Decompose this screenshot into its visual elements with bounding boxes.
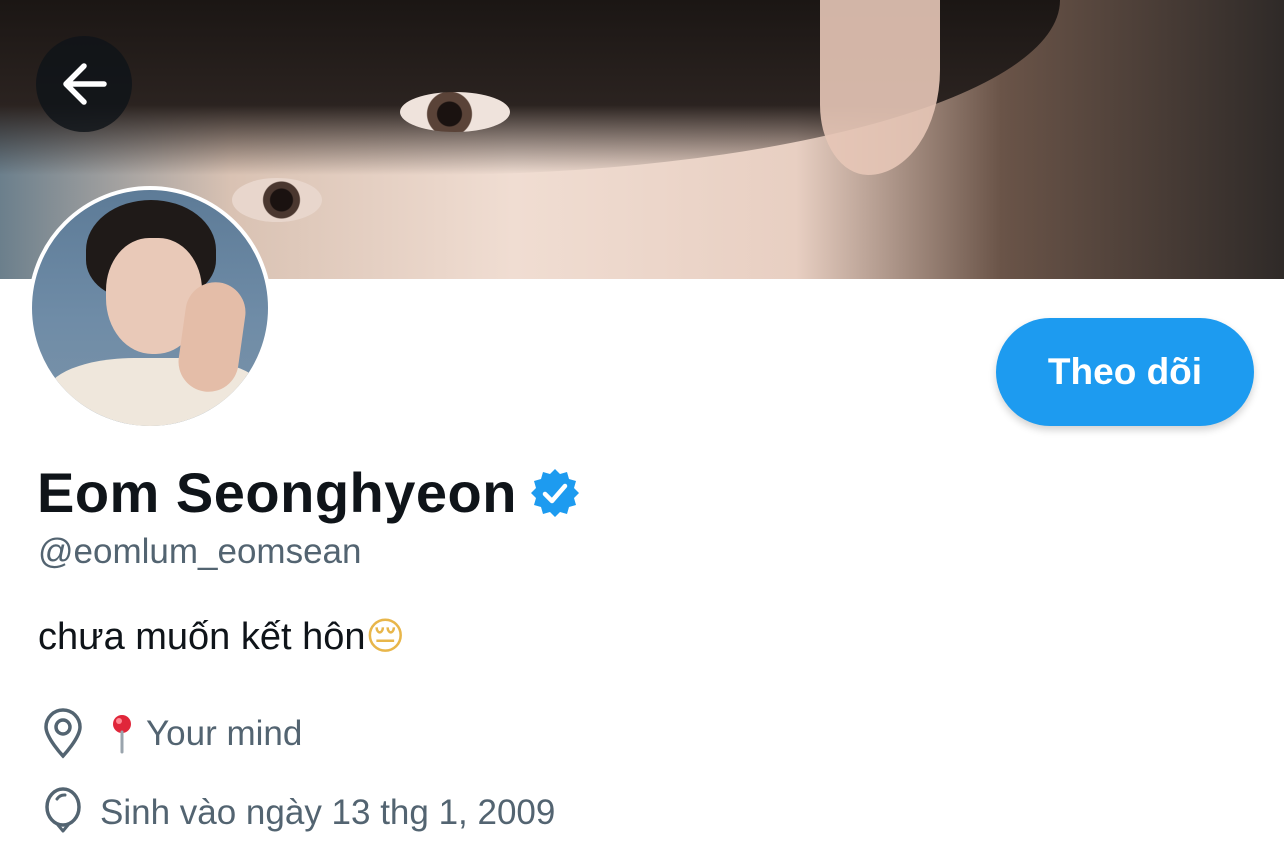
location-text: Your mind bbox=[146, 714, 303, 753]
profile-name: Eom Seonghyeon bbox=[37, 461, 517, 524]
profile-name-row: Eom Seonghyeon bbox=[37, 460, 581, 525]
round-pushpin-emoji bbox=[113, 715, 131, 754]
banner-eye bbox=[232, 178, 322, 222]
balloon-icon bbox=[45, 787, 81, 833]
avatar[interactable] bbox=[28, 186, 272, 430]
location-pin-icon bbox=[44, 708, 82, 759]
follow-button[interactable]: Theo dõi bbox=[996, 318, 1254, 426]
profile-handle: @eomlum_eomsean bbox=[38, 532, 362, 571]
arrow-left-icon bbox=[63, 63, 107, 105]
birthday-text: Sinh vào ngày 13 thg 1, 2009 bbox=[100, 793, 556, 832]
back-button[interactable] bbox=[36, 36, 132, 132]
profile-bio: chưa muốn kết hôn😔 bbox=[38, 614, 405, 659]
pensive-face-emoji: 😔 bbox=[365, 614, 406, 658]
banner-eye bbox=[400, 92, 510, 132]
banner-ear bbox=[820, 0, 940, 175]
bio-text: chưa muốn kết hôn bbox=[38, 616, 366, 658]
profile-birthday: Sinh vào ngày 13 thg 1, 2009 bbox=[40, 787, 555, 839]
verified-badge-icon[interactable] bbox=[529, 467, 581, 519]
profile-location: Your mind bbox=[40, 708, 302, 760]
